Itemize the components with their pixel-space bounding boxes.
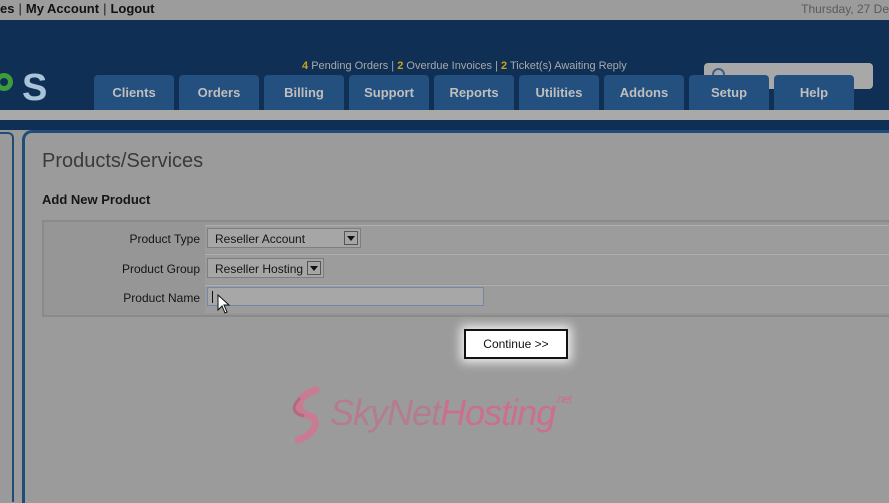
- tab-setup[interactable]: Setup: [689, 75, 769, 110]
- tab-clients[interactable]: Clients: [94, 75, 174, 110]
- tickets-count[interactable]: 2: [501, 60, 507, 72]
- product-group-label: Product Group: [121, 262, 200, 276]
- product-type-label: Product Type: [129, 232, 201, 246]
- watermark: SkyNetHosting.net: [288, 386, 600, 446]
- overdue-invoices-count[interactable]: 2: [397, 60, 403, 72]
- logo-icon[interactable]: S: [0, 60, 60, 110]
- notice-separator: |: [495, 60, 498, 72]
- product-group-value: Reseller Hosting: [215, 262, 304, 276]
- continue-button[interactable]: Continue >>: [464, 329, 568, 359]
- logout-link[interactable]: Logout: [110, 1, 154, 16]
- sidebar-panel: [0, 132, 14, 502]
- top-link-partial[interactable]: es: [0, 1, 14, 16]
- section-title: Add New Product: [42, 192, 151, 207]
- watermark-logo-icon: [292, 386, 320, 444]
- tab-reports[interactable]: Reports: [434, 75, 514, 110]
- notice-separator: |: [391, 60, 395, 72]
- tab-utilities[interactable]: Utilities: [519, 75, 599, 110]
- overdue-invoices-link[interactable]: Overdue Invoices: [406, 60, 492, 72]
- tab-support[interactable]: Support: [349, 75, 429, 110]
- page-title: Products/Services: [42, 150, 204, 172]
- product-group-select[interactable]: Reseller Hosting: [207, 258, 324, 278]
- top-utility-bar: es | My Account | Logout Thursday, 27 De: [0, 0, 889, 20]
- tab-billing[interactable]: Billing: [264, 75, 344, 110]
- link-separator: |: [18, 1, 22, 16]
- tickets-awaiting-link[interactable]: Ticket(s) Awaiting Reply: [510, 60, 627, 72]
- header-bottom-bar: [0, 120, 889, 130]
- product-name-label: Product Name: [123, 291, 200, 305]
- link-separator: |: [103, 1, 107, 16]
- my-account-link[interactable]: My Account: [26, 1, 99, 16]
- pending-orders-count[interactable]: 4: [302, 60, 308, 72]
- product-type-value: Reseller Account: [215, 232, 306, 246]
- product-name-input[interactable]: [207, 287, 484, 306]
- header-notices: 4 Pending Orders | 2 Overdue Invoices | …: [302, 60, 627, 72]
- top-links: es | My Account | Logout: [0, 1, 155, 16]
- chevron-down-icon[interactable]: [307, 261, 321, 275]
- text-caret: [212, 291, 213, 303]
- header-divider: [0, 110, 889, 120]
- logo-letter: S: [22, 67, 47, 109]
- watermark-text: SkyNetHosting.net: [330, 392, 572, 433]
- chevron-down-icon[interactable]: [344, 231, 358, 245]
- current-date: Thursday, 27 De: [801, 2, 889, 16]
- tab-help[interactable]: Help: [774, 75, 854, 110]
- product-type-select[interactable]: Reseller Account: [207, 228, 361, 248]
- pending-orders-link[interactable]: Pending Orders: [311, 60, 388, 72]
- tab-orders[interactable]: Orders: [179, 75, 259, 110]
- mouse-cursor-icon: [217, 294, 231, 314]
- tab-addons[interactable]: Addons: [604, 75, 684, 110]
